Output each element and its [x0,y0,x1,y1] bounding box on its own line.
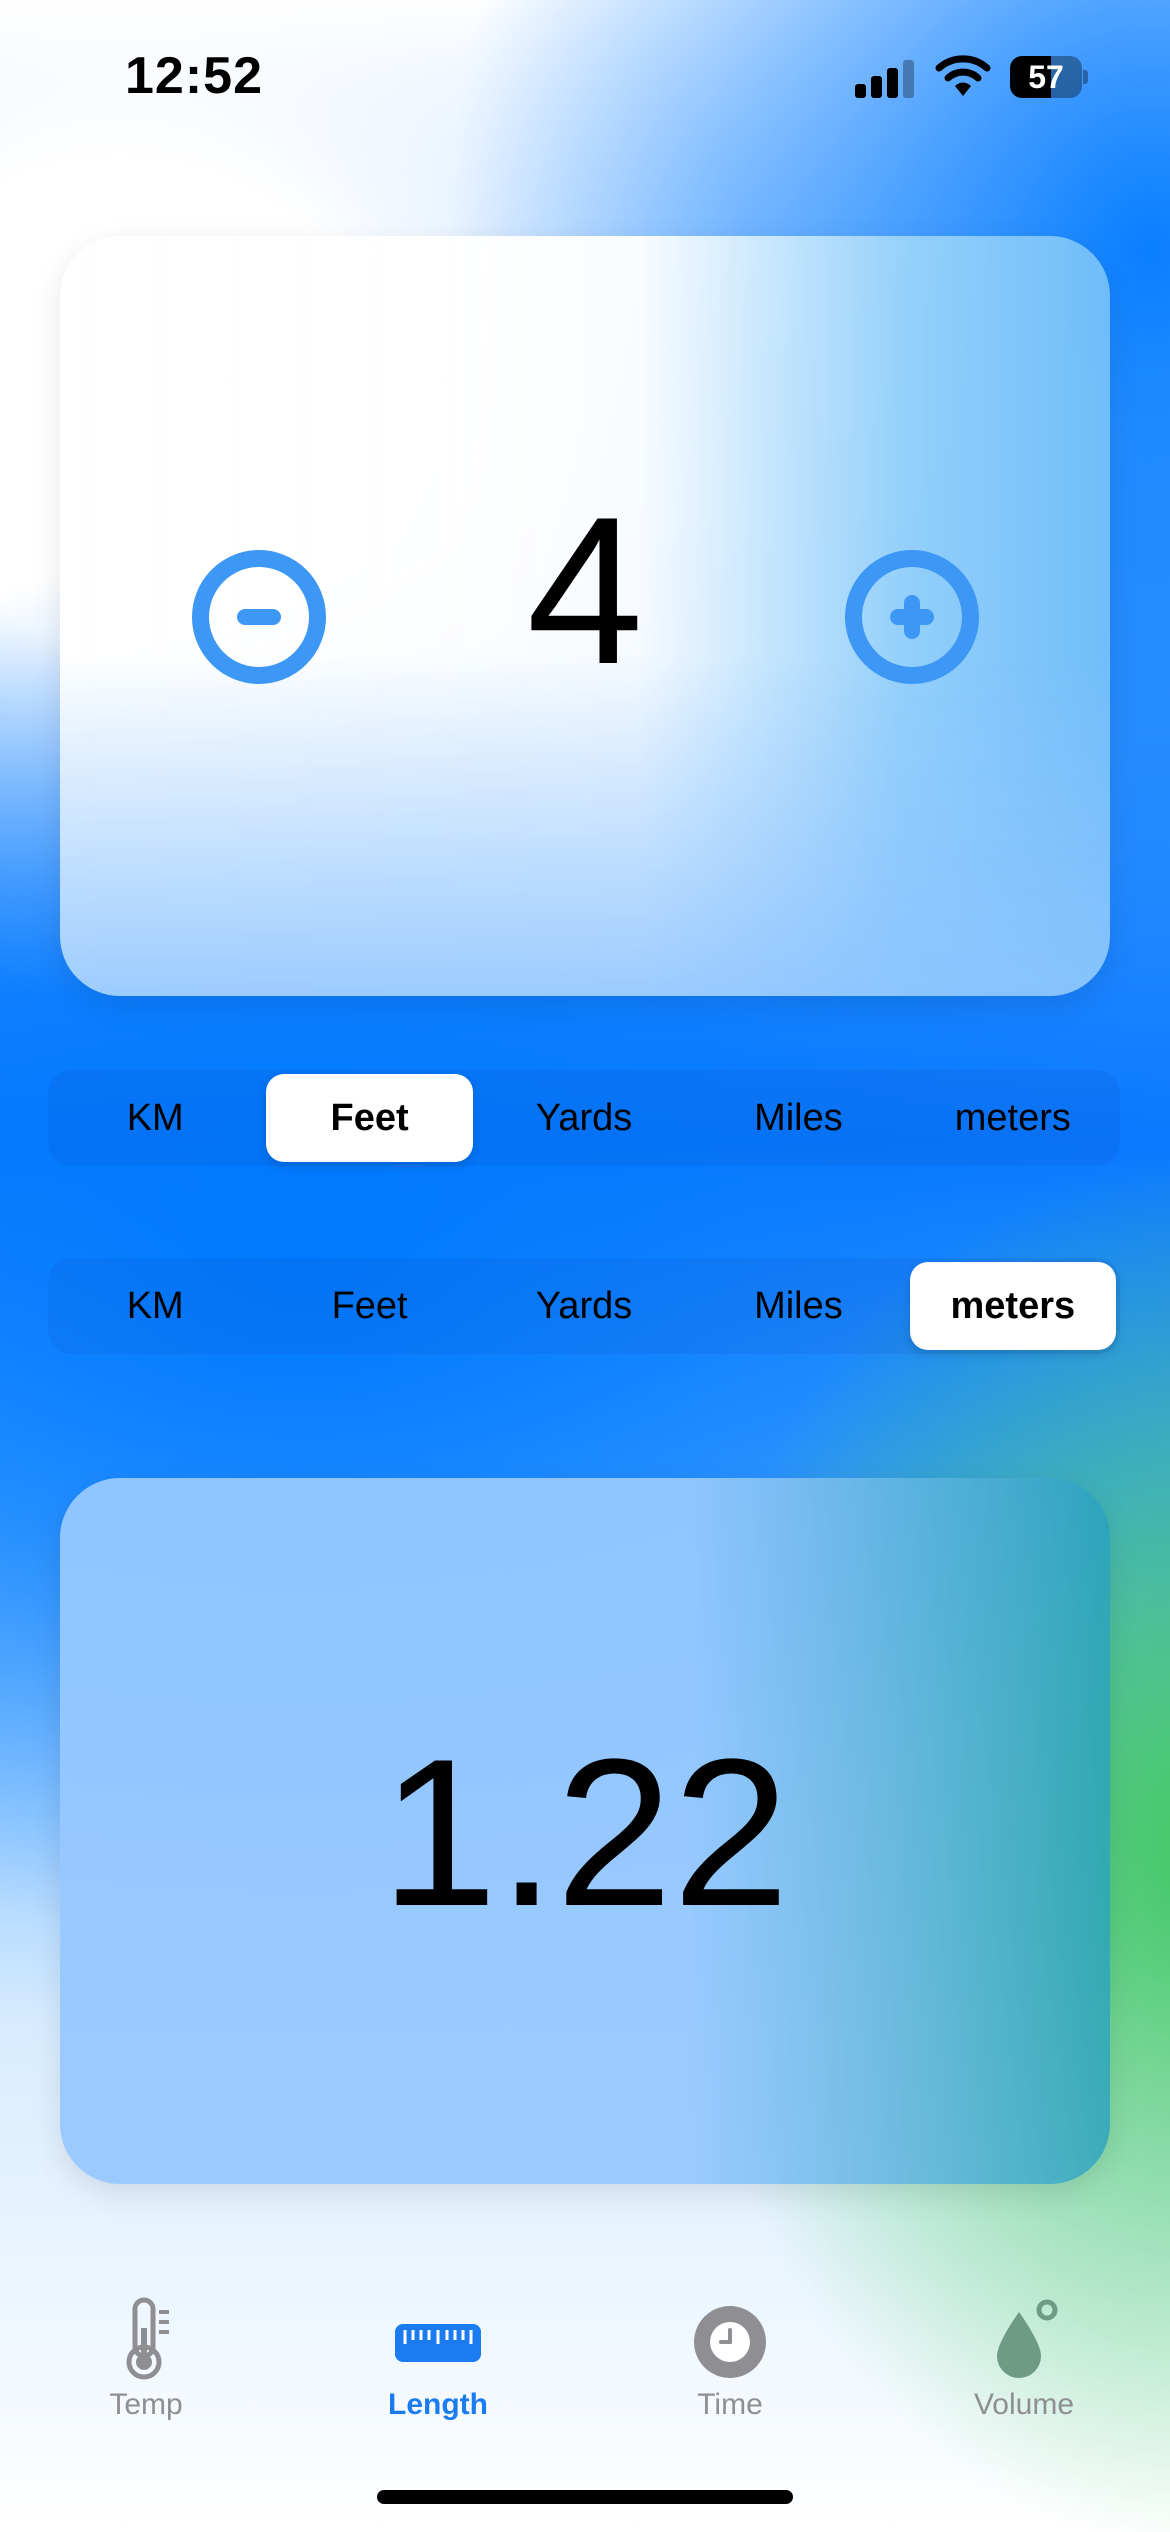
from-segment-yards[interactable]: Yards [477,1070,691,1166]
to-segment-miles[interactable]: Miles [691,1258,905,1354]
to-segment-label: KM [126,1285,184,1327]
from-segment-label: Yards [535,1097,633,1139]
battery-level: 57 [1028,59,1064,95]
from-segment-miles[interactable]: Miles [691,1070,905,1166]
thermometer-icon [101,2294,191,2384]
tab-bar: Temp Length Time Volume [0,2280,1170,2440]
to-segment-label: Miles [754,1285,843,1327]
from-segment-feet[interactable]: Feet [262,1070,476,1166]
tab-label-length: Length [388,2388,488,2421]
ruler-icon [393,2294,483,2384]
tab-label-time: Time [697,2388,763,2421]
status-bar: 12:52 57 [0,0,1170,150]
increment-button[interactable] [845,550,979,684]
battery-icon: 57 [1010,56,1088,98]
to-unit-picker: KM Feet Yards Miles meters [48,1258,1120,1354]
to-segment-yards[interactable]: Yards [477,1258,691,1354]
wifi-icon [935,52,991,98]
cellular-signal-icon [855,58,915,98]
to-segment-feet[interactable]: Feet [262,1258,476,1354]
to-segment-meters[interactable]: meters [906,1258,1120,1354]
tab-time[interactable]: Time [630,2280,830,2440]
home-indicator [377,2490,793,2504]
drop-icon [979,2294,1069,2384]
tab-temp[interactable]: Temp [46,2280,246,2440]
result-card: 1.22 [60,1478,1110,2184]
result-value: 1.22 [380,1715,790,1950]
from-segment-label: meters [954,1097,1071,1139]
from-segment-meters[interactable]: meters [906,1070,1120,1166]
from-segment-km[interactable]: KM [48,1070,262,1166]
from-unit-picker: KM Feet Yards Miles meters [48,1070,1120,1166]
to-segment-label: Yards [535,1285,633,1327]
to-segment-label: Feet [331,1285,408,1327]
tab-volume[interactable]: Volume [924,2280,1124,2440]
input-card: 4 [60,236,1110,996]
from-segment-label: Feet [330,1097,409,1139]
to-segment-km[interactable]: KM [48,1258,262,1354]
tab-label-temp: Temp [109,2388,183,2421]
tab-label-volume: Volume [973,2388,1075,2421]
to-segment-label: meters [950,1285,1076,1327]
tab-length[interactable]: Length [338,2280,538,2440]
from-segment-label: Miles [754,1097,843,1139]
from-segment-label: KM [126,1097,184,1139]
status-time: 12:52 [125,47,263,105]
clock-icon [685,2294,775,2384]
